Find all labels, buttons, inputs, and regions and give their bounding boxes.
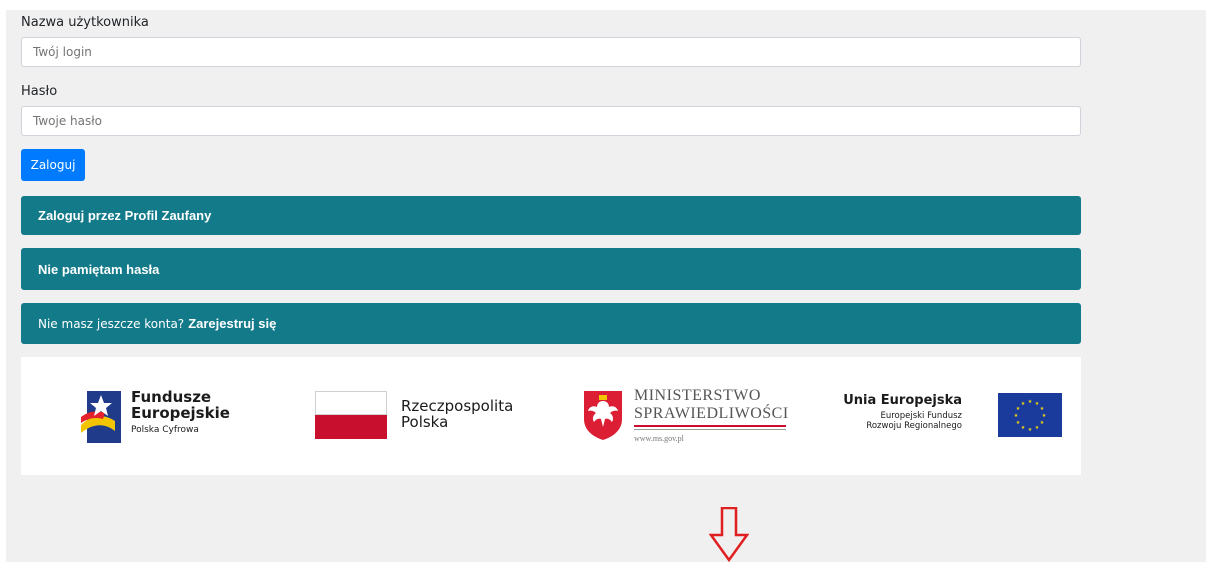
ms-line2: SPRAWIEDLIWOŚCI xyxy=(634,405,789,422)
ue-line1: Unia Europejska xyxy=(843,393,962,408)
unia-europejska-logo: Unia Europejska Europejski Fundusz Rozwo… xyxy=(842,393,1072,443)
svg-text:★: ★ xyxy=(1016,420,1021,426)
ministerstwo-sprawiedliwosci-logo: MINISTERSTWO SPRAWIEDLIWOŚCI www.ms.gov.… xyxy=(582,387,812,447)
svg-text:★: ★ xyxy=(1028,427,1033,433)
svg-text:★: ★ xyxy=(1028,399,1033,405)
svg-text:★: ★ xyxy=(1021,401,1026,407)
rp-line2: Polska xyxy=(401,413,449,431)
fe-line3: Polska Cyfrowa xyxy=(131,425,199,435)
username-label: Nazwa użytkownika xyxy=(21,15,149,30)
polish-eagle-icon xyxy=(584,391,622,440)
svg-text:★: ★ xyxy=(1035,425,1040,431)
profil-zaufany-button[interactable]: Zaloguj przez Profil Zaufany xyxy=(21,196,1081,235)
forgot-password-button[interactable]: Nie pamiętam hasła xyxy=(21,248,1081,290)
eu-flag-icon: ★ ★ ★ ★ ★ ★ ★ ★ ★ ★ ★ ★ xyxy=(998,393,1062,437)
password-label: Hasło xyxy=(21,84,58,99)
register-bar: Nie masz jeszcze konta? Zarejestruj się xyxy=(21,303,1081,344)
fundusze-europejskie-icon xyxy=(81,391,121,443)
ms-grey-line xyxy=(634,429,786,430)
login-button[interactable]: Zaloguj xyxy=(21,149,85,181)
svg-text:★: ★ xyxy=(1042,413,1047,419)
fe-line1: Fundusze xyxy=(131,388,212,406)
ue-line2: Europejski Fundusz xyxy=(880,411,962,421)
profil-zaufany-label: Zaloguj przez Profil Zaufany xyxy=(38,208,212,223)
svg-text:★: ★ xyxy=(1040,420,1045,426)
ms-line1: MINISTERSTWO xyxy=(634,387,761,404)
password-input[interactable] xyxy=(21,106,1081,136)
ms-red-line xyxy=(634,425,786,427)
svg-text:★: ★ xyxy=(1040,406,1045,412)
username-input[interactable] xyxy=(21,37,1081,67)
ms-line3: www.ms.gov.pl xyxy=(634,434,684,443)
fe-line2: Europejskie xyxy=(131,404,230,422)
forgot-password-label: Nie pamiętam hasła xyxy=(38,261,160,277)
no-account-text: Nie masz jeszcze konta? xyxy=(38,316,185,331)
svg-text:★: ★ xyxy=(1014,413,1019,419)
funding-logos-strip: Fundusze Europejskie Polska Cyfrowa Rzec… xyxy=(21,357,1081,475)
ue-line3: Rozwoju Regionalnego xyxy=(866,421,962,431)
rzeczpospolita-polska-logo: Rzeczpospolita Polska xyxy=(315,391,545,443)
register-link[interactable]: Zarejestruj się xyxy=(188,316,276,331)
polish-flag-icon xyxy=(315,391,387,439)
fundusze-europejskie-logo: Fundusze Europejskie Polska Cyfrowa xyxy=(81,387,241,447)
svg-text:★: ★ xyxy=(1021,425,1026,431)
down-arrow-icon xyxy=(709,507,749,562)
rp-line1: Rzeczpospolita xyxy=(401,397,514,415)
